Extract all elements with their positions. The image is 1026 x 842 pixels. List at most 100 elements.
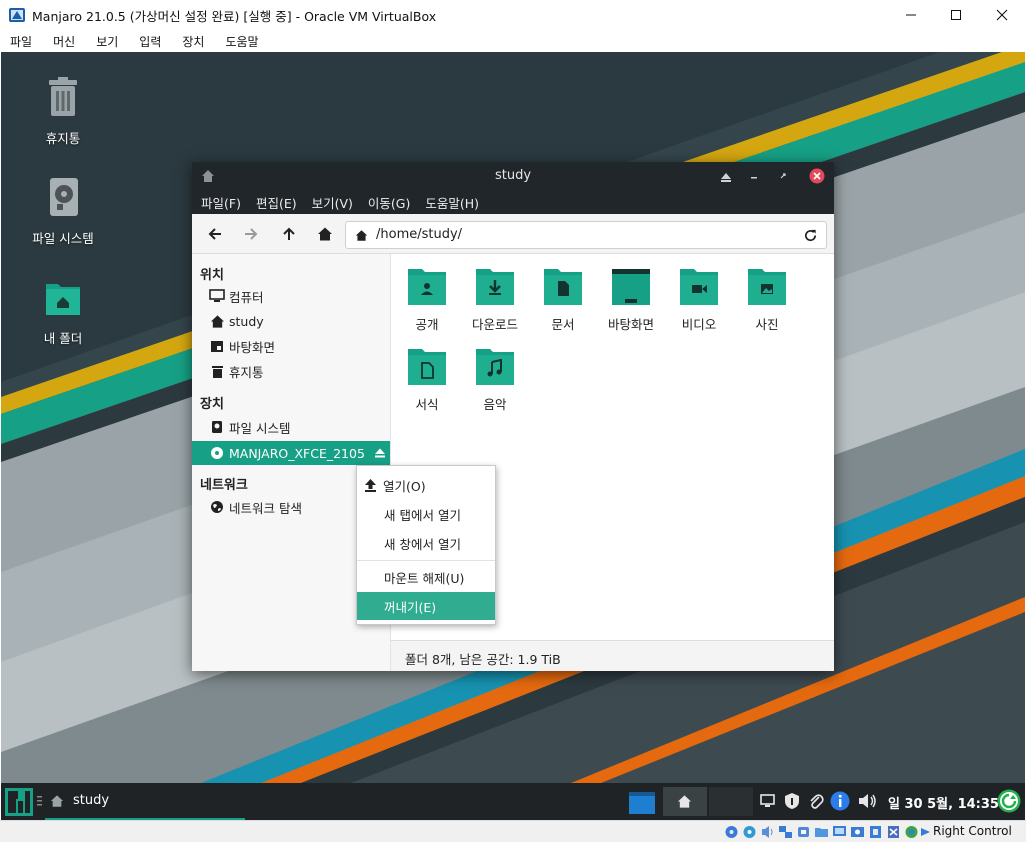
- vbox-menu-file[interactable]: 파일: [10, 33, 32, 50]
- arrow-left-icon: [208, 228, 221, 240]
- shield-icon[interactable]: [784, 792, 800, 810]
- keyboard-capture-icon[interactable]: [918, 825, 933, 839]
- paperclip-icon[interactable]: [808, 792, 824, 810]
- folder-music[interactable]: 음악: [461, 348, 529, 413]
- menu-item-open-new-window[interactable]: 새 창에서 열기: [357, 529, 495, 557]
- desktop-icon-home[interactable]: 내 폴더: [8, 276, 118, 347]
- desktop-icon-filesystem[interactable]: 파일 시스템: [8, 176, 118, 247]
- info-icon[interactable]: [830, 791, 850, 811]
- location-path: /home/study/: [376, 227, 463, 242]
- minimize-button[interactable]: [888, 0, 934, 30]
- hard-disk-icon[interactable]: [724, 825, 739, 839]
- vbox-menubar: 파일 머신 보기 입력 장치 도움말: [0, 30, 1026, 52]
- maximize-icon[interactable]: [777, 170, 789, 182]
- workspace-2[interactable]: [709, 787, 753, 816]
- manjaro-menu-icon[interactable]: [5, 788, 33, 816]
- sidebar-item-filesystem[interactable]: 파일 시스템: [192, 415, 390, 439]
- drive-icon: [50, 178, 78, 216]
- desktop-icon-label: 내 폴더: [43, 331, 83, 346]
- folder-label: 사진: [755, 317, 779, 332]
- drive-icon: [212, 421, 222, 433]
- folder-desktop[interactable]: 바탕화면: [597, 268, 665, 333]
- menu-help[interactable]: 도움말(H): [425, 193, 479, 212]
- menu-file[interactable]: 파일(F): [201, 193, 241, 212]
- network-icon[interactable]: [778, 825, 793, 839]
- menu-item-open-new-tab[interactable]: 새 탭에서 열기: [357, 500, 495, 528]
- menu-item-open[interactable]: 열기(O): [357, 471, 495, 499]
- arrow-right-icon: [245, 228, 258, 240]
- volume-icon[interactable]: [858, 792, 878, 810]
- shared-folder-icon[interactable]: [814, 825, 829, 839]
- folder-label: 서식: [415, 397, 439, 412]
- menu-item-label: 열기(O): [383, 478, 426, 494]
- folder-videos[interactable]: 비디오: [665, 268, 733, 333]
- menu-item-unmount[interactable]: 마운트 해제(U): [357, 563, 495, 591]
- optical-drive-icon[interactable]: [742, 825, 757, 839]
- close-button[interactable]: [979, 0, 1025, 30]
- sidebar-item-label: 컴퓨터: [229, 289, 264, 305]
- cpu-icon[interactable]: [868, 825, 883, 839]
- sidebar-item-label: MANJARO_XFCE_2105: [229, 445, 365, 461]
- sidebar-item-manjaro-disc[interactable]: MANJARO_XFCE_2105: [192, 441, 390, 465]
- vbox-menu-machine[interactable]: 머신: [53, 33, 75, 50]
- vbox-menu-input[interactable]: 입력: [139, 33, 161, 50]
- folder-pictures[interactable]: 사진: [733, 268, 801, 333]
- display-icon[interactable]: [832, 825, 847, 839]
- file-manager-toolbar: /home/study/: [192, 214, 834, 254]
- reload-icon[interactable]: [803, 228, 818, 243]
- power-icon[interactable]: [997, 789, 1021, 813]
- folder-documents-icon: [544, 269, 582, 305]
- desktop-icon-label: 파일 시스템: [32, 231, 94, 246]
- back-button[interactable]: [202, 222, 228, 246]
- mouse-integration-icon[interactable]: [904, 825, 919, 839]
- home-button[interactable]: [312, 222, 338, 246]
- location-bar[interactable]: /home/study/: [345, 221, 827, 249]
- forward-button[interactable]: [238, 222, 264, 246]
- close-icon: [996, 9, 1008, 21]
- vbox-menu-devices[interactable]: 장치: [182, 33, 204, 50]
- sidebar-item-computer[interactable]: 컴퓨터: [192, 284, 390, 308]
- audio-icon[interactable]: [760, 825, 775, 839]
- folder-documents[interactable]: 문서: [529, 268, 597, 333]
- vt-x-icon[interactable]: [886, 825, 901, 839]
- folder-public[interactable]: 공개: [393, 268, 461, 333]
- menu-view[interactable]: 보기(V): [312, 193, 353, 212]
- upload-icon: [365, 479, 376, 492]
- sidebar-item-trash[interactable]: 휴지통: [192, 359, 390, 383]
- eject-icon[interactable]: [374, 447, 386, 459]
- folder-desktop-icon: [612, 269, 650, 305]
- maximize-button[interactable]: [933, 0, 979, 30]
- folder-downloads[interactable]: 다운로드: [461, 268, 529, 333]
- minimize-icon[interactable]: [748, 171, 760, 183]
- workspace-1[interactable]: [663, 787, 707, 816]
- desktop-icon-trash[interactable]: 휴지통: [8, 76, 118, 147]
- file-manager-menubar: 파일(F) 편집(E) 보기(V) 이동(G) 도움말(H): [192, 190, 834, 214]
- sidebar-item-study[interactable]: study: [192, 309, 390, 333]
- vbox-menu-help[interactable]: 도움말: [225, 33, 258, 50]
- menu-separator: [357, 560, 495, 561]
- taskbar-button-study[interactable]: study: [45, 783, 245, 820]
- home-icon: [318, 227, 332, 241]
- trash-icon: [49, 77, 77, 116]
- menu-item-eject[interactable]: 꺼내기(E): [357, 592, 495, 620]
- menu-item-label: 꺼내기(E): [384, 599, 437, 615]
- folder-download-icon: [476, 269, 514, 305]
- folder-label: 바탕화면: [607, 317, 654, 332]
- close-icon[interactable]: [809, 168, 825, 184]
- vbox-menu-view[interactable]: 보기: [96, 33, 118, 50]
- menu-go[interactable]: 이동(G): [368, 193, 410, 212]
- display-icon[interactable]: [760, 794, 775, 808]
- show-desktop-icon[interactable]: [629, 792, 655, 814]
- clock[interactable]: 일 30 5월, 14:35: [888, 793, 999, 812]
- menu-edit[interactable]: 편집(E): [256, 193, 297, 212]
- vbox-window-title: Manjaro 21.0.5 (가상머신 설정 완료) [실행 중] - Ora…: [32, 8, 437, 24]
- places-header: 위치: [200, 268, 224, 283]
- sidebar-item-desktop[interactable]: 바탕화면: [192, 334, 390, 358]
- file-manager-titlebar[interactable]: study: [192, 162, 834, 190]
- eject-icon[interactable]: [720, 171, 732, 183]
- recording-icon[interactable]: [850, 825, 865, 839]
- menu-item-label: 새 창에서 열기: [384, 536, 461, 552]
- folder-templates[interactable]: 서식: [393, 348, 461, 413]
- usb-icon[interactable]: [796, 825, 811, 839]
- up-button[interactable]: [276, 222, 302, 246]
